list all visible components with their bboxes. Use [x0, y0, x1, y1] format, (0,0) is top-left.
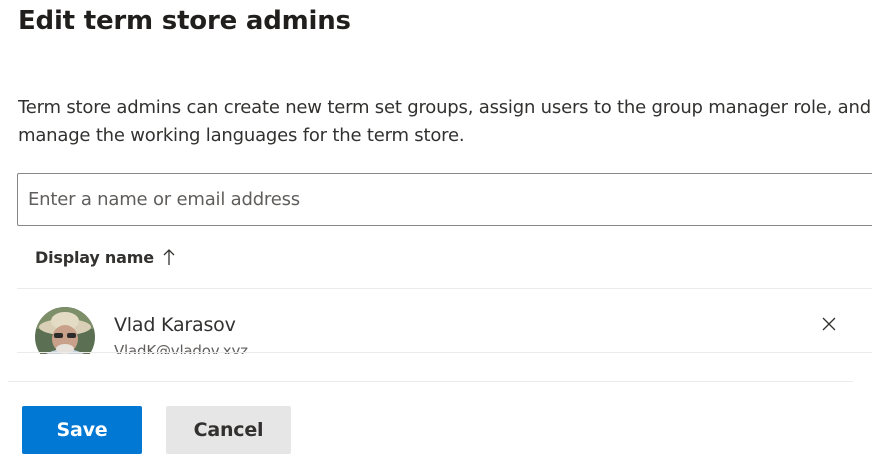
cancel-button[interactable]: Cancel	[166, 406, 291, 454]
avatar	[35, 307, 95, 354]
remove-admin-button[interactable]	[815, 310, 843, 338]
panel-description: Term store admins can create new term se…	[18, 97, 871, 146]
people-picker-input[interactable]	[18, 174, 872, 225]
save-button[interactable]: Save	[22, 406, 142, 454]
close-icon	[822, 317, 836, 331]
edit-admins-panel: Edit term store admins Term store admins…	[0, 0, 872, 459]
panel-title: Edit term store admins	[18, 6, 351, 36]
list-divider	[17, 352, 872, 353]
arrow-up-icon	[162, 248, 176, 266]
people-picker[interactable]	[17, 173, 872, 226]
list-item: Vlad Karasov VladK@vladov.xyz	[17, 290, 872, 354]
column-header-label: Display name	[35, 247, 154, 267]
footer-divider	[8, 381, 853, 382]
column-header-display-name[interactable]: Display name	[17, 226, 872, 289]
admins-list: Display name Vlad Karasov VladK@vladov.x…	[17, 226, 872, 354]
person-name: Vlad Karasov	[114, 314, 236, 336]
